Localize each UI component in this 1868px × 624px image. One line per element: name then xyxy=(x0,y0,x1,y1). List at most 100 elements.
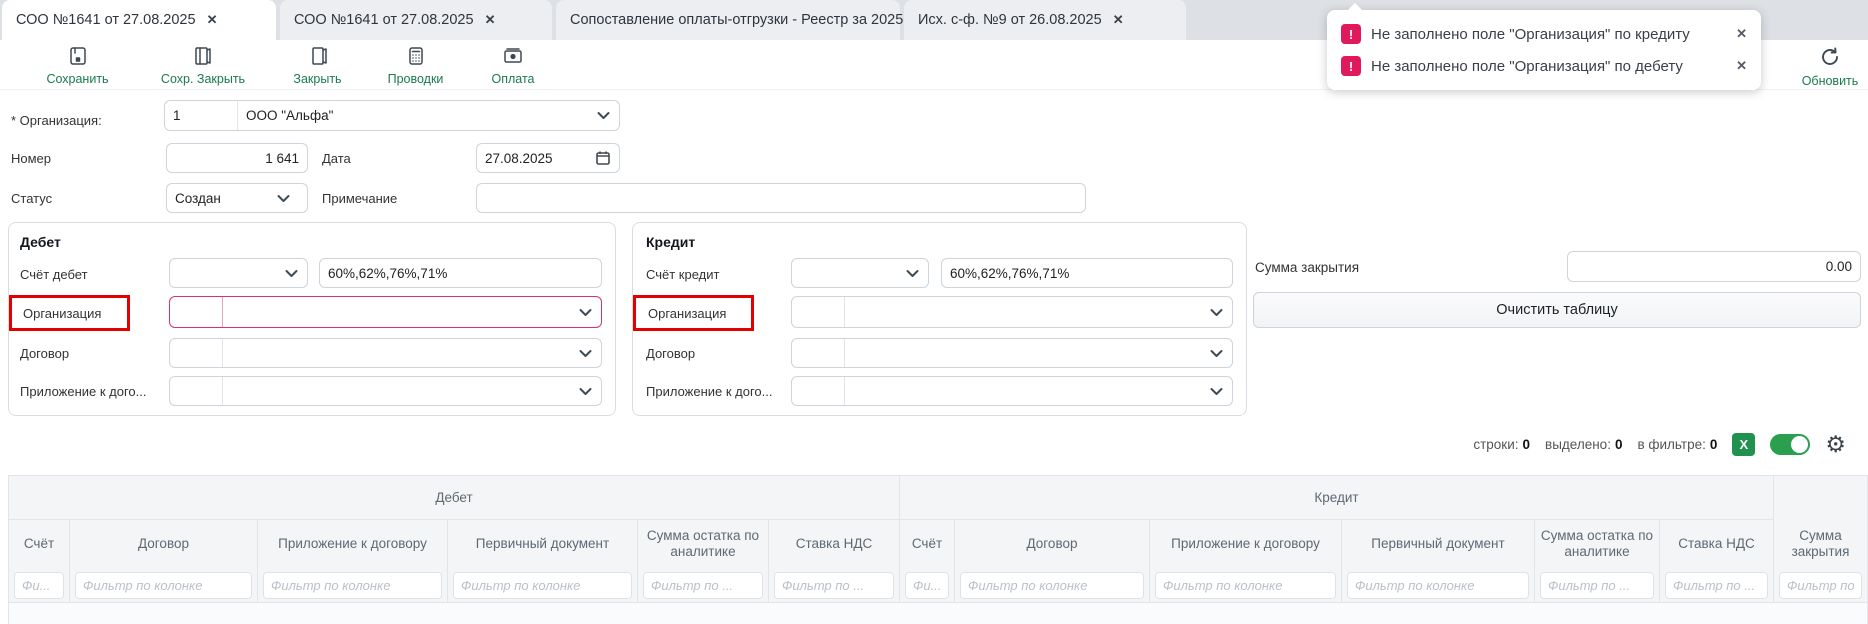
date-input[interactable]: 27.08.2025 xyxy=(476,143,620,173)
column-header[interactable]: Ставка НДС xyxy=(769,520,900,568)
debit-org-code[interactable] xyxy=(170,297,223,327)
credit-contract-code[interactable] xyxy=(792,339,845,367)
chevron-down-icon[interactable] xyxy=(570,308,601,317)
rows-count: строки:0 xyxy=(1473,437,1530,452)
note-input[interactable] xyxy=(476,183,1086,213)
debit-org-combo[interactable] xyxy=(169,296,602,328)
transactions-button[interactable]: Проводки xyxy=(373,45,458,86)
credit-annex-code[interactable] xyxy=(792,377,845,405)
debit-org-label: Организация xyxy=(23,306,101,321)
tab-isx-sf-9[interactable]: Исх. с-ф. №9 от 26.08.2025 ✕ xyxy=(904,0,1186,40)
column-header[interactable]: Приложение к договору xyxy=(258,520,448,568)
credit-contract-label: Договор xyxy=(646,346,695,361)
calendar-icon[interactable] xyxy=(595,150,611,166)
chevron-down-icon[interactable] xyxy=(1201,349,1232,358)
filter-input[interactable] xyxy=(75,572,252,599)
chevron-down-icon[interactable] xyxy=(588,111,619,120)
credit-contract-combo[interactable] xyxy=(791,338,1233,368)
closing-sum-label: Сумма закрытия xyxy=(1255,260,1359,275)
credit-account-select[interactable] xyxy=(791,258,929,288)
debit-annex-code[interactable] xyxy=(170,377,223,405)
filter-toggle[interactable] xyxy=(1770,434,1810,455)
notification-text: Не заполнено поле "Организация" по креди… xyxy=(1371,26,1690,43)
filter-input[interactable] xyxy=(643,572,763,599)
tab-sopostavlenie[interactable]: Сопоставление оплаты-отгрузки - Реестр з… xyxy=(556,0,900,40)
filter-input[interactable] xyxy=(774,572,894,599)
warning-icon: ! xyxy=(1341,56,1361,76)
column-header[interactable]: Счёт xyxy=(900,520,955,568)
notification-credit-org: ! Не заполнено поле "Организация" по кре… xyxy=(1341,24,1747,44)
status-select[interactable]: Создан xyxy=(166,183,308,213)
column-header[interactable]: Счёт xyxy=(8,520,70,568)
filter-input[interactable] xyxy=(1155,572,1336,599)
filter-input[interactable] xyxy=(1540,572,1654,599)
excel-export-icon[interactable]: X xyxy=(1732,433,1755,456)
filter-input[interactable] xyxy=(1779,572,1862,599)
filter-input[interactable] xyxy=(453,572,632,599)
chevron-down-icon[interactable] xyxy=(1201,308,1232,317)
app-window: СОО №1641 от 27.08.2025 ✕ СОО №1641 от 2… xyxy=(0,0,1868,624)
column-header[interactable]: Сумма закрытия xyxy=(1774,520,1868,568)
column-header[interactable]: Ставка НДС xyxy=(1660,520,1774,568)
organization-code[interactable]: 1 xyxy=(165,101,238,130)
filter-input[interactable] xyxy=(1347,572,1529,599)
gear-icon[interactable]: ⚙ xyxy=(1825,433,1846,456)
debit-account-value-input[interactable]: 60%,62%,76%,71% xyxy=(319,258,602,288)
chevron-down-icon xyxy=(276,269,307,278)
tab-soo-1641-1[interactable]: СОО №1641 от 27.08.2025 ✕ xyxy=(2,0,276,40)
tab-soo-1641-2[interactable]: СОО №1641 от 27.08.2025 ✕ xyxy=(280,0,552,40)
column-header[interactable]: Договор xyxy=(70,520,258,568)
toggle-knob xyxy=(1791,436,1808,453)
chevron-down-icon[interactable] xyxy=(1201,387,1232,396)
column-header[interactable]: Сумма остатка по аналитике xyxy=(638,520,769,568)
filter-cell xyxy=(1342,568,1535,602)
door-icon xyxy=(307,45,329,70)
closing-sum-input[interactable]: 0.00 xyxy=(1567,251,1861,282)
debit-contract-code[interactable] xyxy=(170,339,223,367)
chevron-down-icon[interactable] xyxy=(570,387,601,396)
tab-label: СОО №1641 от 27.08.2025 xyxy=(294,12,474,28)
filter-cell xyxy=(8,568,70,602)
filter-input[interactable] xyxy=(960,572,1144,599)
close-icon[interactable]: ✕ xyxy=(485,12,496,28)
debit-contract-combo[interactable] xyxy=(169,338,602,368)
close-icon[interactable]: ✕ xyxy=(1113,12,1124,28)
column-header[interactable]: Первичный документ xyxy=(1342,520,1535,568)
filter-input[interactable] xyxy=(1665,572,1768,599)
close-icon[interactable]: ✕ xyxy=(1736,26,1747,42)
close-icon[interactable]: ✕ xyxy=(1736,58,1747,74)
close-icon[interactable]: ✕ xyxy=(207,12,218,28)
refresh-button[interactable]: Обновить xyxy=(1790,45,1868,88)
filter-input[interactable] xyxy=(14,572,64,599)
payment-button[interactable]: Оплата xyxy=(478,45,548,86)
filter-cell xyxy=(638,568,769,602)
tab-label: СОО №1641 от 27.08.2025 xyxy=(16,12,196,28)
organization-combo[interactable]: 1 ООО "Альфа" xyxy=(164,100,620,131)
column-header[interactable]: Сумма остатка по аналитике xyxy=(1535,520,1660,568)
debit-account-select[interactable] xyxy=(169,258,308,288)
chevron-down-icon[interactable] xyxy=(570,349,601,358)
status-value: Создан xyxy=(175,191,221,206)
filter-input[interactable] xyxy=(263,572,442,599)
column-header[interactable]: Договор xyxy=(955,520,1150,568)
table-filter-row xyxy=(8,568,1868,602)
credit-account-value-input[interactable]: 60%,62%,76%,71% xyxy=(941,258,1233,288)
selected-count: выделено:0 xyxy=(1545,437,1622,452)
credit-org-code[interactable] xyxy=(792,297,845,327)
clear-table-button[interactable]: Очистить таблицу xyxy=(1253,292,1861,328)
tab-label: Сопоставление оплаты-отгрузки - Реестр з… xyxy=(570,12,915,28)
credit-org-label: Организация xyxy=(648,306,726,321)
column-header[interactable]: Приложение к договору xyxy=(1150,520,1342,568)
number-input[interactable]: 1 641 xyxy=(166,143,308,173)
credit-org-combo[interactable] xyxy=(791,296,1233,328)
credit-annex-combo[interactable] xyxy=(791,376,1233,406)
close-button[interactable]: Закрыть xyxy=(280,45,355,86)
filter-cell xyxy=(900,568,955,602)
column-header[interactable]: Первичный документ xyxy=(448,520,638,568)
debit-annex-combo[interactable] xyxy=(169,376,602,406)
filter-input[interactable] xyxy=(905,572,949,599)
save-button[interactable]: Сохранить xyxy=(30,45,125,86)
filter-cell xyxy=(1150,568,1342,602)
save-close-button[interactable]: Сохр. Закрыть xyxy=(143,45,263,86)
table-column-header-row: СчётДоговорПриложение к договоруПервичны… xyxy=(8,520,1868,568)
